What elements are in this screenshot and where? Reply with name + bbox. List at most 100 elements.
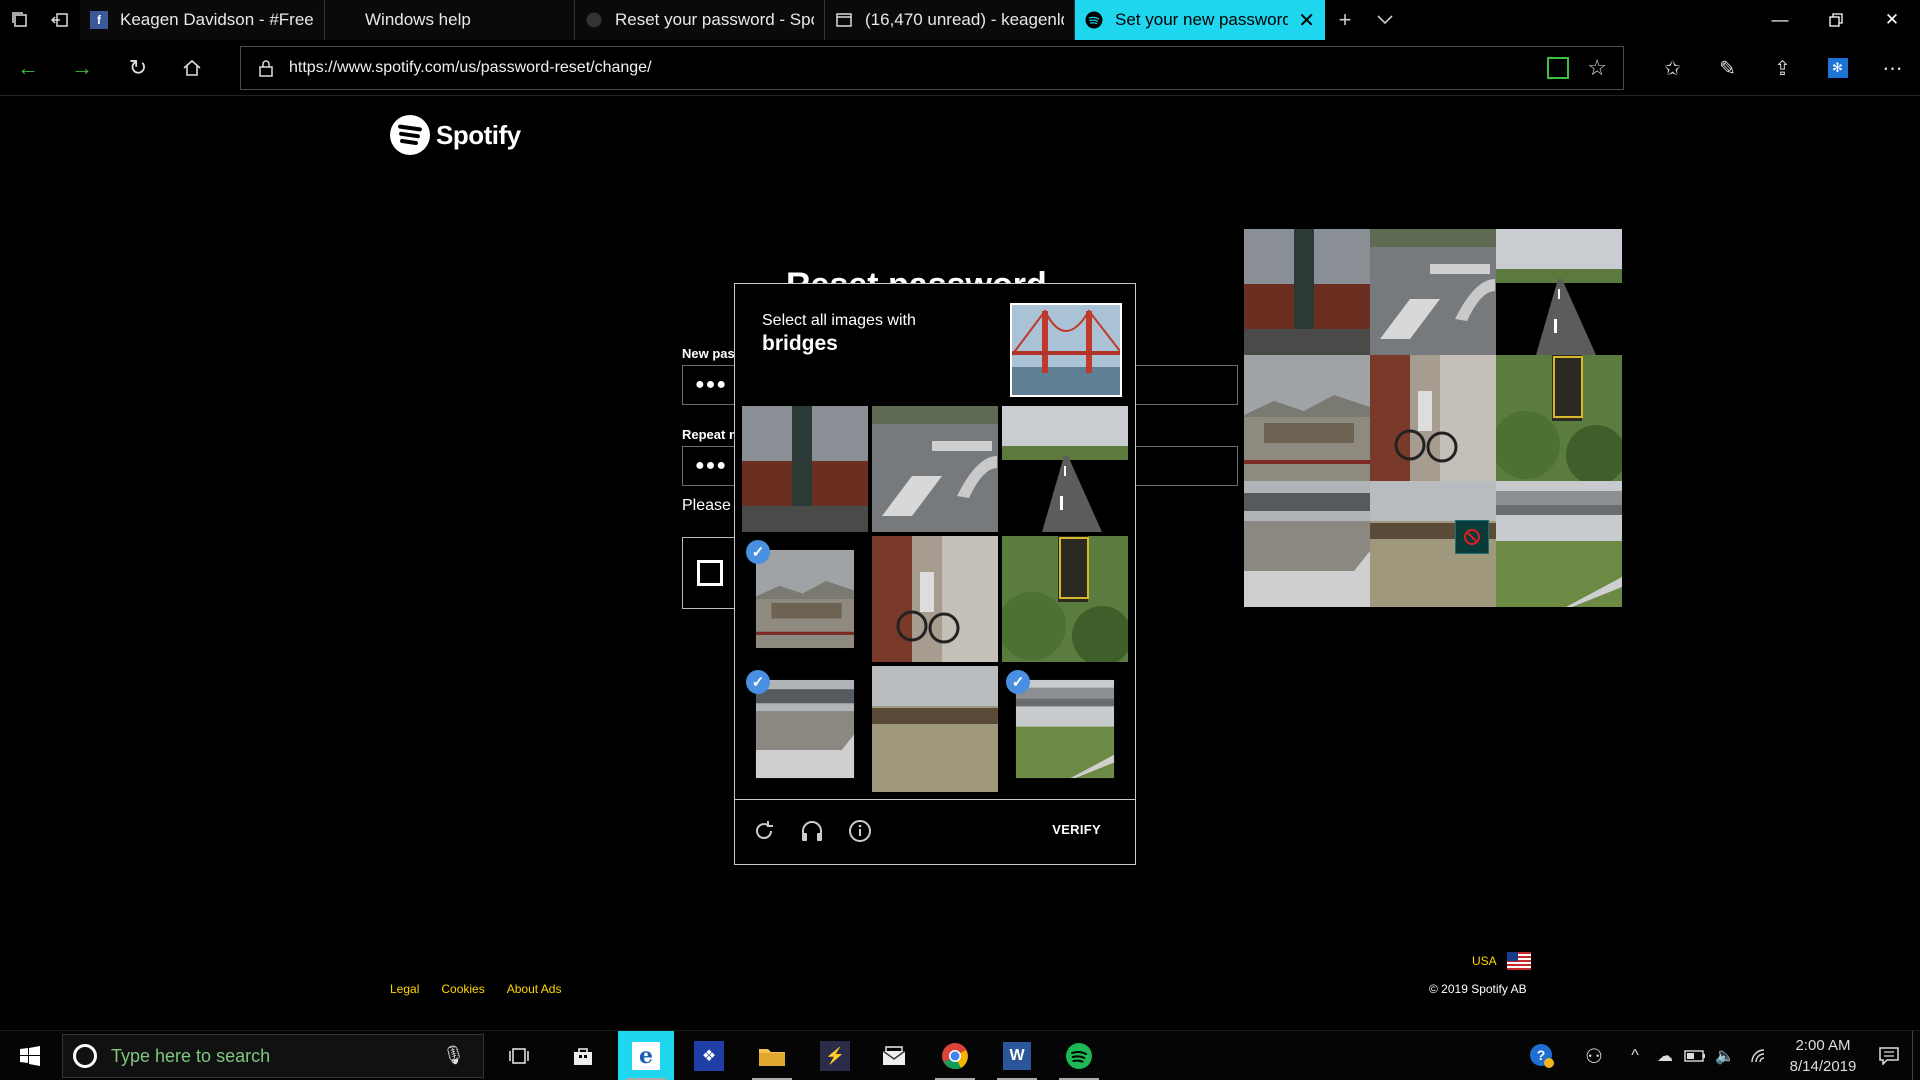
visual-studio-app[interactable]: ⚡ [807, 1031, 863, 1080]
toolbar-icons: ✩ ✎ ⇪ ✻ ⋯ [1645, 40, 1920, 96]
store-app[interactable] [555, 1031, 611, 1080]
new-tab-button[interactable]: + [1325, 0, 1365, 40]
tab-set-new-password[interactable]: Set your new password ✕ [1075, 0, 1325, 40]
captcha-image-grid: ✓ ✓ ✓ [742, 406, 1132, 798]
word-icon: W [1003, 1042, 1031, 1070]
tab-manager-icon [12, 12, 27, 27]
checkmark-icon: ✓ [746, 540, 770, 564]
legal-link[interactable]: Legal [390, 982, 419, 996]
start-button[interactable] [0, 1031, 60, 1080]
about-ads-link[interactable]: About Ads [507, 982, 562, 996]
reload-captcha-button[interactable] [749, 816, 779, 846]
captcha-help-button[interactable] [845, 816, 875, 846]
tab-preview-button[interactable] [1365, 0, 1405, 40]
home-icon [183, 59, 201, 76]
tab-bar: f Keagen Davidson - #FreeWi Windows help… [0, 0, 1920, 40]
volume-icon[interactable]: 🔈 [1710, 1046, 1740, 1066]
reading-view-icon[interactable] [1547, 57, 1569, 79]
help-icon[interactable]: ? [1516, 1043, 1568, 1069]
minimize-button[interactable]: — [1752, 0, 1808, 40]
captcha-tile[interactable] [872, 666, 998, 792]
tab-windows-help[interactable]: Windows help [325, 0, 575, 40]
close-window-button[interactable]: ✕ [1864, 0, 1920, 40]
forward-button[interactable]: → [64, 50, 100, 86]
spotify-logo[interactable]: Spotify [390, 115, 521, 155]
word-app[interactable]: W [989, 1031, 1045, 1080]
captcha-tile[interactable] [872, 536, 998, 662]
plus-icon: + [1338, 7, 1352, 32]
taskbar-search[interactable]: Type here to search 🎙 [62, 1034, 484, 1078]
show-desktop-button[interactable] [1912, 1031, 1920, 1080]
captcha-tile[interactable] [872, 406, 998, 532]
mail-icon [835, 11, 853, 29]
more-menu-icon[interactable]: ⋯ [1865, 56, 1920, 81]
back-arrow-icon: ← [17, 55, 39, 80]
chrome-app[interactable] [927, 1031, 983, 1080]
people-icon[interactable]: ⚇ [1568, 1044, 1620, 1069]
tab-title: Reset your password - Spoti [615, 10, 814, 29]
battery-icon[interactable] [1680, 1050, 1710, 1062]
facebook-icon: f [90, 11, 108, 29]
chevron-up-icon[interactable]: ^ [1620, 1047, 1650, 1065]
taskbar: Type here to search 🎙 e ❖ ⚡ W ? ⚇ ^ ☁ 🔈 … [0, 1030, 1920, 1080]
address-bar[interactable]: https://www.spotify.com/us/password-rese… [240, 46, 1624, 90]
brand-name: Spotify [436, 119, 521, 150]
onedrive-cloud-icon[interactable]: ☁ [1650, 1046, 1680, 1066]
captcha-tile-selected[interactable]: ✓ [1002, 666, 1128, 792]
wifi-icon[interactable] [1740, 1048, 1780, 1064]
preview-tile [1370, 229, 1496, 355]
captcha-tile[interactable] [742, 406, 868, 532]
favorite-star-icon[interactable]: ☆ [1587, 55, 1607, 81]
task-view-button[interactable] [492, 1031, 548, 1080]
tab-title: Windows help [365, 10, 471, 29]
reload-icon [756, 821, 773, 840]
restore-button[interactable] [1808, 0, 1864, 40]
notes-pen-icon[interactable]: ✎ [1700, 56, 1755, 81]
web-page: Spotify Reset password New pas ●●● Repea… [0, 96, 1920, 1030]
dropbox-icon: ❖ [694, 1041, 724, 1071]
captcha-tile-selected[interactable]: ✓ [742, 666, 868, 792]
tab-facebook[interactable]: f Keagen Davidson - #FreeWi [80, 0, 325, 40]
spotify-app[interactable] [1051, 1031, 1107, 1080]
tile-image [742, 406, 868, 532]
preview-tile [1496, 229, 1622, 355]
recaptcha-checkbox[interactable] [697, 560, 723, 586]
tab-reset-password[interactable]: Reset your password - Spoti [575, 0, 825, 40]
set-aside-tabs-button[interactable] [40, 0, 80, 40]
captcha-tile[interactable] [1002, 536, 1128, 662]
tile-image [1015, 679, 1115, 779]
audio-challenge-button[interactable] [797, 816, 827, 846]
blocked-content-icon [1455, 520, 1489, 554]
back-button[interactable]: ← [10, 50, 46, 86]
captcha-tile-selected[interactable]: ✓ [742, 536, 868, 662]
home-button[interactable] [174, 50, 210, 86]
country-selector[interactable]: USA [1472, 952, 1531, 970]
refresh-button[interactable]: ↻ [120, 50, 156, 86]
tab-manager-button[interactable] [0, 0, 40, 40]
file-explorer-app[interactable] [744, 1031, 800, 1080]
microphone-icon[interactable]: 🎙 [442, 1045, 465, 1066]
cookies-link[interactable]: Cookies [441, 982, 484, 996]
extension-icon[interactable]: ✻ [1810, 58, 1865, 78]
country-label: USA [1472, 954, 1497, 968]
verify-button[interactable]: VERIFY [1052, 822, 1101, 837]
share-icon[interactable]: ⇪ [1755, 56, 1810, 81]
preview-tile [1244, 355, 1370, 481]
tile-image [1002, 536, 1128, 662]
tab-mail[interactable]: (16,470 unread) - keagenld7 [825, 0, 1075, 40]
favorites-hub-icon[interactable]: ✩ [1645, 56, 1700, 81]
svg-text:?: ? [1537, 1047, 1546, 1063]
sample-bridge-image [1010, 303, 1122, 397]
system-tray: ? ⚇ ^ ☁ 🔈 2:00 AM 8/14/2019 [1516, 1031, 1920, 1080]
close-tab-icon[interactable]: ✕ [1288, 8, 1315, 33]
mail-app[interactable] [866, 1031, 922, 1080]
tile-image [872, 536, 998, 662]
spotify-icon [1085, 11, 1103, 29]
captcha-tile[interactable] [1002, 406, 1128, 532]
password-mask: ●●● [695, 376, 727, 393]
clock[interactable]: 2:00 AM 8/14/2019 [1780, 1035, 1866, 1077]
captcha-dialog: Select all images with bridges ✓ ✓ ✓ VER… [734, 283, 1136, 865]
edge-app[interactable]: e [618, 1031, 674, 1080]
action-center-icon[interactable] [1866, 1047, 1912, 1065]
dropbox-app[interactable]: ❖ [681, 1031, 737, 1080]
